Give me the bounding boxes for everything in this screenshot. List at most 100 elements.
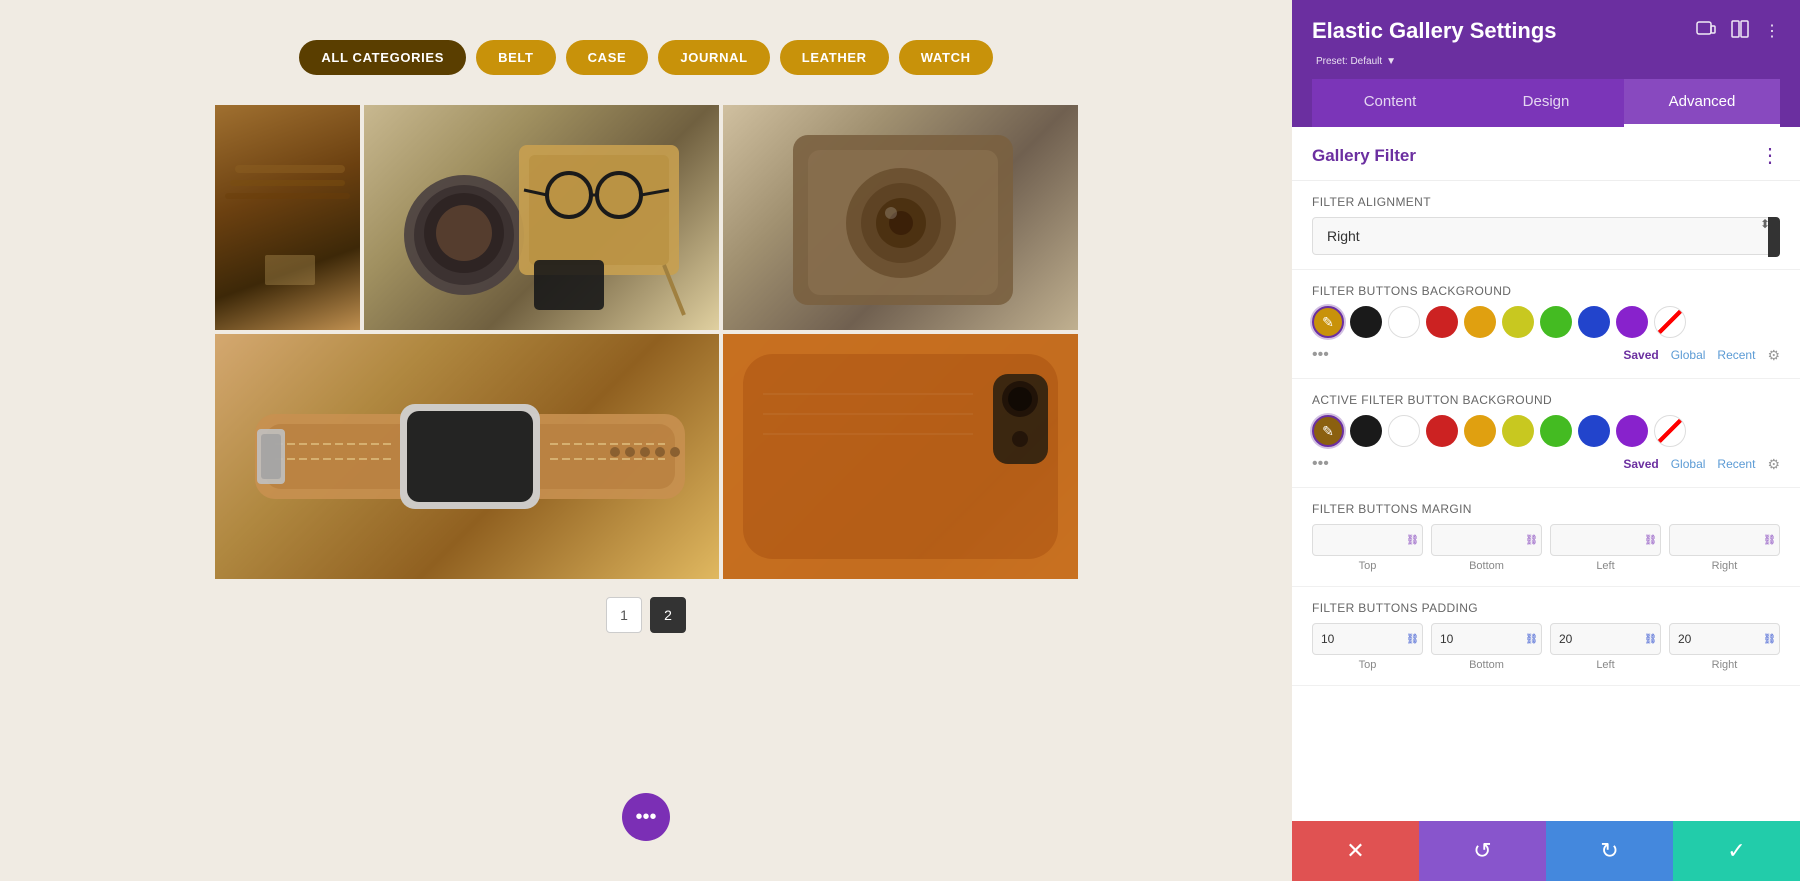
global-link-2[interactable]: Global [1671, 457, 1706, 471]
margin-bottom-wrapper: ⛓ [1431, 524, 1542, 556]
more-vert-icon[interactable]: ⋮ [1764, 21, 1780, 41]
margin-left-link-icon[interactable]: ⛓ [1644, 535, 1657, 546]
gallery-item-2 [364, 105, 719, 330]
panel-footer: ✕ ↺ ↻ ✓ [1292, 821, 1800, 881]
section-title-gallery-filter: Gallery Filter [1312, 146, 1416, 166]
margin-top-label: Top [1359, 560, 1377, 572]
margin-top-wrapper: ⛓ [1312, 524, 1423, 556]
margin-left-col: ⛓ Left [1550, 524, 1661, 572]
panel-title: Elastic Gallery Settings [1312, 18, 1557, 44]
settings-panel: Elastic Gallery Settings ⋮ Pre [1292, 0, 1800, 881]
margin-right-link-icon[interactable]: ⛓ [1763, 535, 1776, 546]
padding-left-wrapper: ⛓ [1550, 623, 1661, 655]
recent-link-2[interactable]: Recent [1717, 457, 1755, 471]
color-swatch-2[interactable] [1388, 306, 1420, 338]
padding-bottom-wrapper: ⛓ [1431, 623, 1542, 655]
global-link-1[interactable]: Global [1671, 348, 1706, 362]
filter-btn-case[interactable]: Case [566, 40, 649, 75]
margin-left-label: Left [1596, 560, 1614, 572]
filter-alignment-select[interactable]: Left Center Right [1312, 217, 1780, 255]
filter-btn-all-categories[interactable]: All Categories [299, 40, 466, 75]
responsive-icon[interactable] [1696, 19, 1716, 44]
tab-design[interactable]: Design [1468, 79, 1624, 127]
section-more-icon[interactable]: ⋮ [1760, 143, 1780, 168]
select-swatch [1768, 217, 1780, 257]
gallery-grid [215, 105, 1078, 579]
panel-header: Elastic Gallery Settings ⋮ Pre [1292, 0, 1800, 127]
padding-top-wrapper: ⛓ [1312, 623, 1423, 655]
filter-alignment-field: Filter alignment Left Center Right ⬍ [1292, 181, 1800, 270]
filter-btn-leather[interactable]: Leather [780, 40, 889, 75]
active-filter-btn-bg-label: Active filter button background [1312, 393, 1780, 407]
padding-right-link-icon[interactable]: ⛓ [1763, 634, 1776, 645]
color-swatch-1[interactable] [1350, 306, 1382, 338]
active-filter-btn-bg-field: Active filter button background ✎ ••• Sa… [1292, 379, 1800, 488]
active-color-swatch-7[interactable] [1578, 415, 1610, 447]
filter-buttons-margin-label: Filter buttons margin [1312, 502, 1780, 516]
active-color-swatch-8[interactable] [1616, 415, 1648, 447]
filter-btn-belt[interactable]: Belt [476, 40, 556, 75]
active-color-swatch-1[interactable] [1350, 415, 1382, 447]
active-color-swatch-6[interactable] [1540, 415, 1572, 447]
active-color-swatch-none[interactable] [1654, 415, 1686, 447]
active-color-swatch-5[interactable] [1502, 415, 1534, 447]
color-swatch-none[interactable] [1654, 306, 1686, 338]
color-links-1: Saved Global Recent ⚙ [1623, 347, 1780, 364]
filter-buttons-bg-label: Filter buttons background [1312, 284, 1780, 298]
color-swatch-0[interactable]: ✎ [1312, 306, 1344, 338]
color-dots-2[interactable]: ••• [1312, 455, 1329, 473]
fab-dots-button[interactable]: ••• [622, 793, 670, 841]
panel-tabs: Content Design Advanced [1312, 79, 1780, 127]
margin-left-wrapper: ⛓ [1550, 524, 1661, 556]
undo-button[interactable]: ↺ [1419, 821, 1546, 881]
margin-bottom-col: ⛓ Bottom [1431, 524, 1542, 572]
saved-link-2[interactable]: Saved [1623, 457, 1658, 471]
margin-bottom-label: Bottom [1469, 560, 1504, 572]
tab-content[interactable]: Content [1312, 79, 1468, 127]
filter-buttons-bg-field: Filter buttons background ✎ ••• Saved [1292, 270, 1800, 379]
color-swatch-6[interactable] [1540, 306, 1572, 338]
padding-bottom-link-icon[interactable]: ⛓ [1525, 634, 1538, 645]
margin-top-link-icon[interactable]: ⛓ [1406, 535, 1419, 546]
padding-right-wrapper: ⛓ [1669, 623, 1780, 655]
preset-label[interactable]: Preset: Default▼ [1312, 52, 1780, 67]
color-swatch-8[interactable] [1616, 306, 1648, 338]
color-dots-1[interactable]: ••• [1312, 346, 1329, 364]
redo-button[interactable]: ↻ [1546, 821, 1673, 881]
filter-btn-journal[interactable]: Journal [658, 40, 769, 75]
active-color-swatch-3[interactable] [1426, 415, 1458, 447]
page-btn-1[interactable]: 1 [606, 597, 642, 633]
color-swatch-4[interactable] [1464, 306, 1496, 338]
color-links-2: Saved Global Recent ⚙ [1623, 456, 1780, 473]
margin-top-col: ⛓ Top [1312, 524, 1423, 572]
active-color-swatch-0[interactable]: ✎ [1312, 415, 1344, 447]
active-color-swatch-4[interactable] [1464, 415, 1496, 447]
color-settings-icon-1[interactable]: ⚙ [1767, 347, 1780, 364]
padding-left-col: ⛓ Left [1550, 623, 1661, 671]
tab-advanced[interactable]: Advanced [1624, 79, 1780, 127]
gallery-item-3 [723, 105, 1078, 330]
saved-link-1[interactable]: Saved [1623, 348, 1658, 362]
padding-right-label: Right [1712, 659, 1738, 671]
margin-right-wrapper: ⛓ [1669, 524, 1780, 556]
margin-input-grid: ⛓ Top ⛓ Bottom ⛓ Left [1312, 524, 1780, 572]
confirm-button[interactable]: ✓ [1673, 821, 1800, 881]
color-swatch-5[interactable] [1502, 306, 1534, 338]
margin-bottom-link-icon[interactable]: ⛓ [1525, 535, 1538, 546]
columns-icon[interactable] [1730, 19, 1750, 44]
filter-alignment-wrapper: Left Center Right ⬍ [1312, 217, 1780, 255]
color-settings-icon-2[interactable]: ⚙ [1767, 456, 1780, 473]
color-swatch-7[interactable] [1578, 306, 1610, 338]
filter-btn-watch[interactable]: Watch [899, 40, 993, 75]
panel-content: Gallery Filter ⋮ Filter alignment Left C… [1292, 127, 1800, 881]
filter-buttons-padding-field: Filter buttons padding ⛓ Top ⛓ Bottom [1292, 587, 1800, 686]
padding-bottom-col: ⛓ Bottom [1431, 623, 1542, 671]
active-filter-btn-bg-actions: ••• Saved Global Recent ⚙ [1312, 455, 1780, 473]
cancel-button[interactable]: ✕ [1292, 821, 1419, 881]
page-btn-2[interactable]: 2 [650, 597, 686, 633]
padding-top-link-icon[interactable]: ⛓ [1406, 634, 1419, 645]
active-color-swatch-2[interactable] [1388, 415, 1420, 447]
padding-left-link-icon[interactable]: ⛓ [1644, 634, 1657, 645]
recent-link-1[interactable]: Recent [1717, 348, 1755, 362]
color-swatch-3[interactable] [1426, 306, 1458, 338]
